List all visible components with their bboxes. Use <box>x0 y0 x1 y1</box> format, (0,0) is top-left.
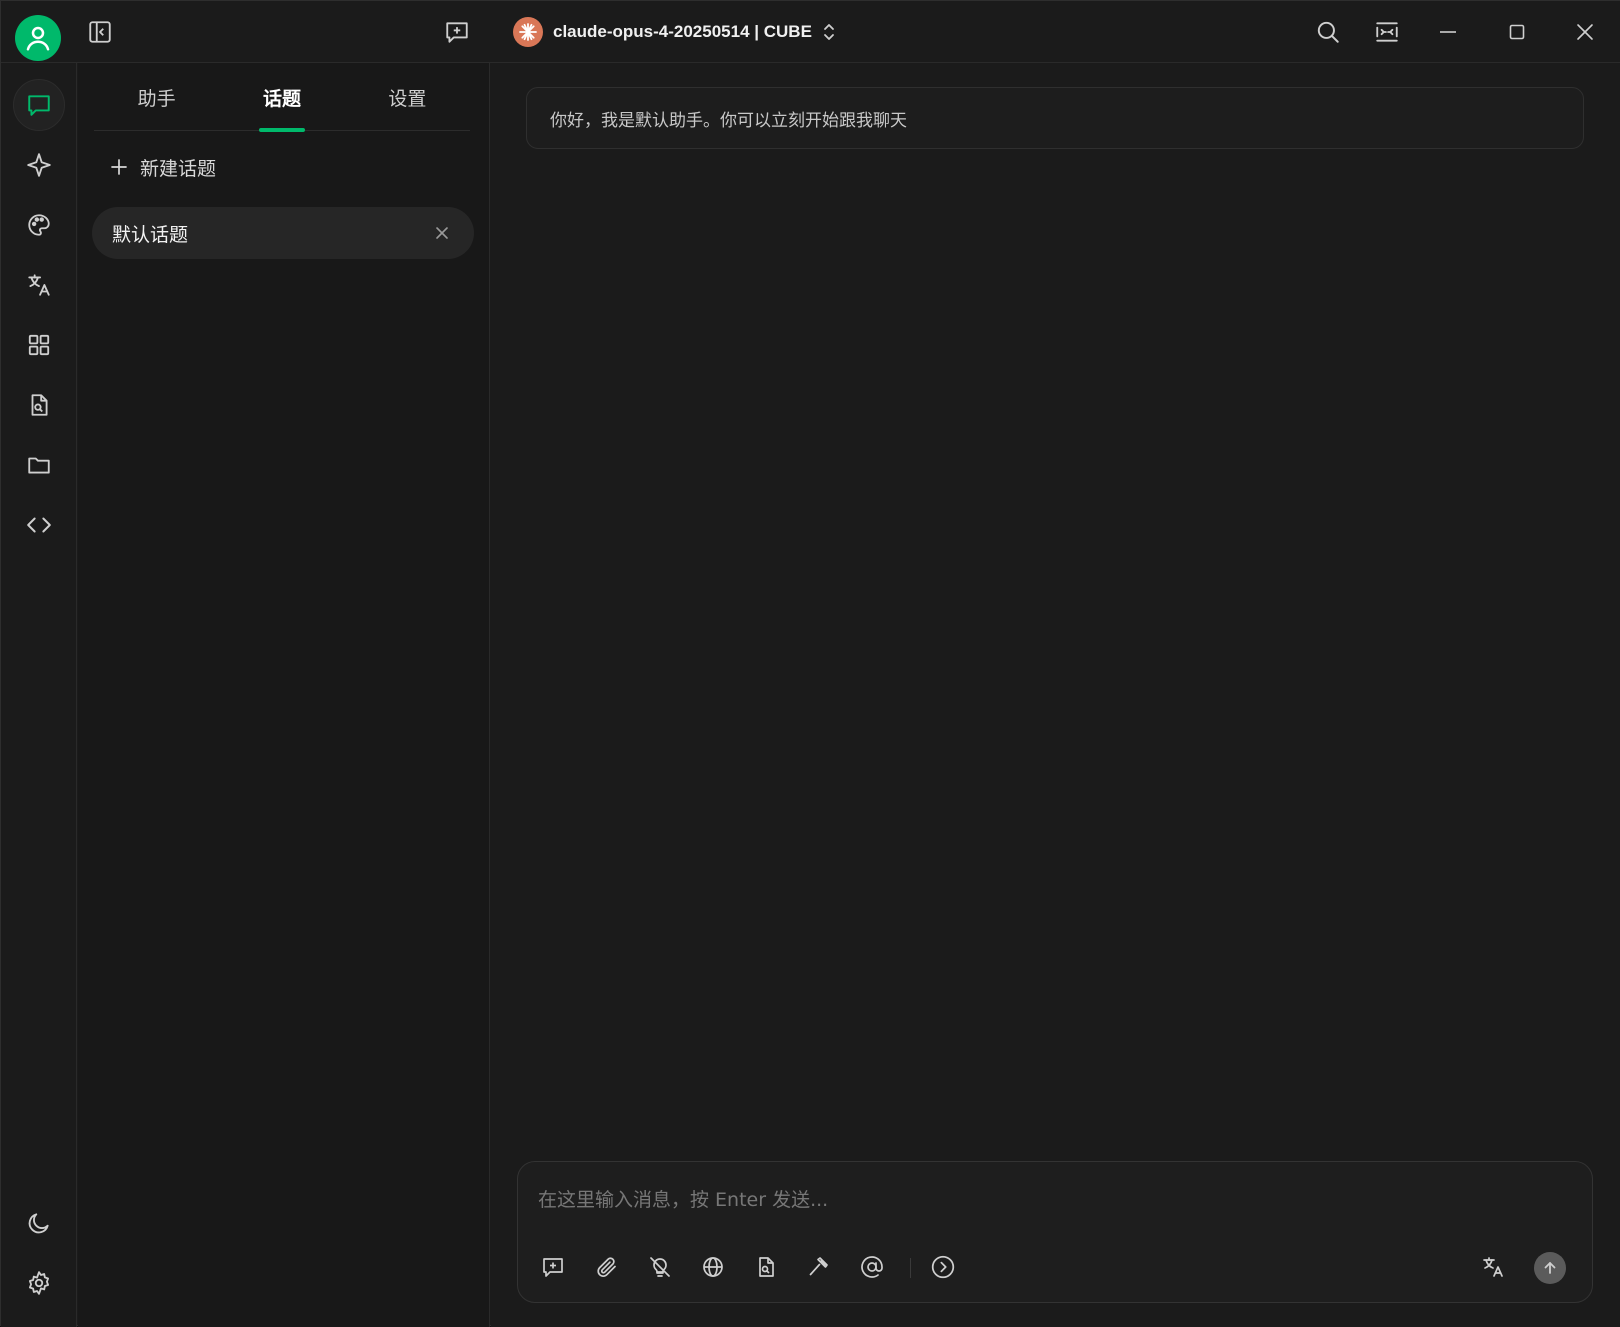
file-search-icon <box>759 1257 774 1277</box>
nav-settings[interactable] <box>13 1257 65 1309</box>
narrow-mode-button[interactable] <box>1367 12 1407 52</box>
topic-label: 默认话题 <box>112 223 189 246</box>
tab-topics[interactable]: 话题 <box>219 63 344 132</box>
mention-model-button[interactable] <box>853 1248 891 1286</box>
close-icon <box>1577 24 1593 40</box>
expand-width-icon <box>1376 22 1398 42</box>
minimize-icon <box>1440 31 1456 33</box>
apps-grid-icon <box>28 334 50 356</box>
claude-logo-icon <box>513 17 543 47</box>
toolbar-divider <box>910 1258 911 1278</box>
new-chat-icon <box>446 22 468 43</box>
search-icon <box>1317 21 1339 43</box>
title-bar: claude-opus-4-20250514 | CUBE <box>1 1 1620 63</box>
code-icon <box>27 517 51 533</box>
user-icon <box>26 26 50 51</box>
new-topic-tool-button[interactable] <box>534 1248 572 1286</box>
nav-files[interactable] <box>13 439 65 491</box>
app-window: claude-opus-4-20250514 | CUBE 助手 话题 设置 新… <box>0 0 1620 1327</box>
expand-tools-button[interactable] <box>924 1248 962 1286</box>
tab-assistants[interactable]: 助手 <box>94 63 219 131</box>
new-topic-label: 新建话题 <box>140 157 217 180</box>
palette-icon <box>28 214 50 236</box>
translate-icon <box>1483 1257 1503 1277</box>
send-button[interactable] <box>1534 1252 1566 1284</box>
topics-panel: 助手 话题 设置 新建话题 默认话题 <box>78 63 490 1327</box>
maximize-button[interactable] <box>1497 12 1537 52</box>
arrow-up-icon <box>1544 1262 1556 1274</box>
user-avatar[interactable] <box>15 15 61 61</box>
tab-settings[interactable]: 设置 <box>345 63 470 131</box>
topic-item[interactable]: 默认话题 <box>92 207 474 259</box>
chevron-right-circle-icon <box>931 1255 955 1279</box>
nav-rail <box>1 63 77 1327</box>
toggle-sidebar-button[interactable] <box>80 12 120 52</box>
hammer-icon <box>809 1257 828 1276</box>
nav-code[interactable] <box>13 499 65 551</box>
panel-tabs: 助手 话题 设置 <box>94 63 470 132</box>
starburst-icon <box>519 23 537 41</box>
model-selector[interactable]: claude-opus-4-20250514 | CUBE <box>513 15 836 49</box>
folder-icon <box>28 457 50 474</box>
message-composer <box>517 1161 1593 1303</box>
new-topic-button[interactable]: 新建话题 <box>110 149 216 185</box>
attach-button[interactable] <box>588 1248 626 1286</box>
web-search-button[interactable] <box>694 1248 732 1286</box>
settings-gear-icon <box>28 1271 50 1295</box>
plus-icon <box>111 159 127 175</box>
nav-agents[interactable] <box>13 139 65 191</box>
file-search-icon <box>31 394 48 416</box>
nav-knowledge[interactable] <box>13 379 65 431</box>
assistant-greeting: 你好，我是默认助手。你可以立刻开始跟我聊天 <box>526 87 1584 149</box>
sparkle-icon <box>27 153 51 177</box>
message-input[interactable] <box>538 1180 1568 1220</box>
translate-input-button[interactable] <box>1474 1248 1512 1286</box>
nav-translate[interactable] <box>13 259 65 311</box>
chat-icon <box>28 95 50 116</box>
lightbulb-off-icon <box>650 1257 670 1277</box>
thinking-toggle-button[interactable] <box>641 1248 679 1286</box>
close-icon <box>436 227 448 239</box>
sidebar-panel-icon <box>89 21 111 43</box>
nav-paintings[interactable] <box>13 199 65 251</box>
maximize-icon <box>1509 24 1525 40</box>
model-name-label: claude-opus-4-20250514 | CUBE <box>553 22 812 41</box>
new-topic-top-button[interactable] <box>437 12 477 52</box>
globe-icon <box>703 1257 723 1277</box>
at-sign-icon <box>861 1256 883 1278</box>
theme-toggle[interactable] <box>13 1197 65 1249</box>
nav-chat[interactable] <box>13 79 65 131</box>
search-button[interactable] <box>1308 12 1348 52</box>
minimize-button[interactable] <box>1428 12 1468 52</box>
paperclip-icon <box>597 1257 616 1277</box>
chat-area: 你好，我是默认助手。你可以立刻开始跟我聊天 <box>491 63 1620 1327</box>
delete-topic-button[interactable] <box>430 221 454 245</box>
knowledge-base-button[interactable] <box>747 1248 785 1286</box>
mcp-tools-button[interactable] <box>800 1248 838 1286</box>
chevron-up-down-icon <box>824 24 834 40</box>
new-chat-icon <box>543 1258 563 1277</box>
translate-icon <box>28 274 50 296</box>
nav-apps[interactable] <box>13 319 65 371</box>
moon-icon <box>28 1213 49 1234</box>
close-window-button[interactable] <box>1565 12 1605 52</box>
